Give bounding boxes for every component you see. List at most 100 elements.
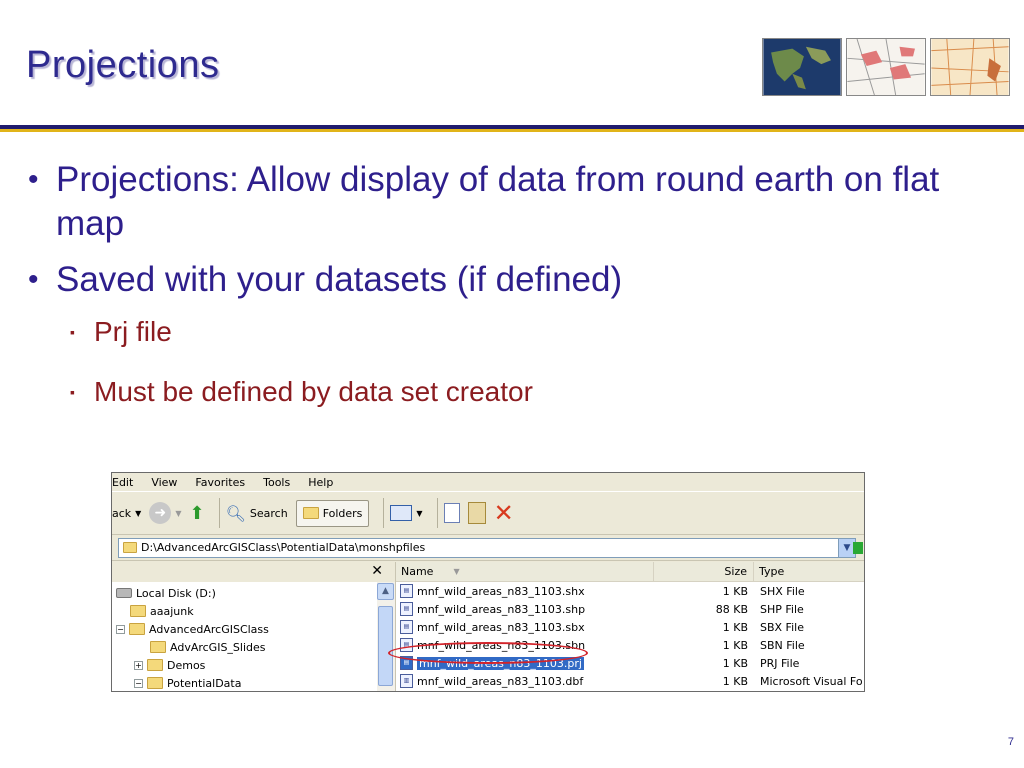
menu-bar: Edit View Favorites Tools Help	[112, 473, 864, 491]
tree-item-label: aaajunk	[150, 604, 194, 618]
chevron-down-icon: ▼	[416, 508, 423, 518]
file-icon: ▤	[400, 602, 413, 616]
back-label: ack	[112, 506, 132, 520]
bullet-text: Projections: Allow display of data from …	[56, 160, 940, 243]
paste-button[interactable]	[467, 502, 486, 524]
scroll-thumb[interactable]	[378, 606, 393, 686]
file-icon: ▤	[400, 584, 413, 598]
delete-icon: ✕	[493, 499, 514, 527]
folder-icon	[147, 677, 163, 689]
menu-tools[interactable]: Tools	[263, 476, 290, 489]
file-icon: ▥	[400, 674, 413, 688]
explorer-panes: ✕ Local Disk (D:) aaajunk − AdvancedArcG…	[112, 562, 864, 691]
forward-button[interactable]: ➜ ▼	[149, 502, 181, 524]
tree-item-demos[interactable]: + Demos	[134, 656, 205, 674]
file-size: 1 KB	[722, 638, 748, 652]
search-label: Search	[249, 506, 288, 520]
scroll-up-icon[interactable]: ▲	[377, 583, 394, 600]
column-type-label: Type	[759, 565, 785, 578]
sub-bullet-text: Prj file	[94, 316, 172, 347]
road-map-thumbnail	[846, 38, 926, 96]
toolbar: ack ▼ ➜ ▼ ⬆ 🔍︎ Search Folders ▼ ✕	[112, 491, 864, 535]
file-type: SBN File	[760, 638, 805, 652]
tree-item-label: PotentialData	[167, 676, 242, 690]
search-icon: 🔍︎	[225, 503, 246, 523]
address-text: D:\AdvancedArcGISClass\PotentialData\mon…	[141, 541, 426, 554]
tree-scrollbar[interactable]: ▲	[377, 582, 395, 691]
file-size: 1 KB	[722, 656, 748, 670]
file-size: 88 KB	[715, 602, 748, 616]
tree-item-aaajunk[interactable]: aaajunk	[130, 602, 194, 620]
folders-label: Folders	[322, 506, 363, 520]
drive-icon	[116, 588, 132, 598]
file-type: SHP File	[760, 602, 804, 616]
close-icon[interactable]: ✕	[371, 563, 383, 579]
address-field[interactable]: D:\AdvancedArcGISClass\PotentialData\mon…	[118, 537, 863, 558]
bullet-list: • Projections: Allow display of data fro…	[28, 158, 988, 410]
back-button[interactable]: ack ▼	[112, 507, 141, 520]
file-type: PRJ File	[760, 656, 800, 670]
file-name: mnf_wild_areas_n83_1103.sbx	[417, 620, 585, 634]
tree-item-label: AdvancedArcGISClass	[149, 622, 269, 636]
go-icon[interactable]	[853, 541, 863, 554]
folder-icon	[129, 623, 145, 635]
file-row[interactable]: ▥ mnf_wild_areas_n83_1103.dbf 1 KB Micros…	[396, 672, 864, 690]
tree-item-advarcgis-slides[interactable]: AdvArcGIS_Slides	[150, 638, 266, 656]
file-size: 1 KB	[722, 674, 748, 688]
column-name-label: Name	[401, 565, 434, 578]
square-bullet-icon: ▪	[70, 324, 75, 340]
tree-item-advancedarcgisclass[interactable]: − AdvancedArcGISClass	[116, 620, 269, 638]
views-button[interactable]: ▼	[390, 505, 423, 521]
menu-favorites[interactable]: Favorites	[195, 476, 245, 489]
search-button[interactable]: 🔍︎ Search	[226, 504, 288, 523]
collapse-icon[interactable]: −	[134, 678, 143, 688]
folders-button[interactable]: Folders	[295, 499, 370, 527]
folder-icon	[150, 641, 166, 653]
topo-map-thumbnail	[930, 38, 1010, 96]
file-row[interactable]: ▤ mnf_wild_areas_n83_1103.shx 1 KB SHX Fi…	[396, 582, 864, 600]
menu-edit[interactable]: Edit	[112, 476, 133, 489]
column-size-label: Size	[724, 565, 747, 578]
file-row[interactable]: ▤ mnf_wild_areas_n83_1103.sbx 1 KB SBX Fi…	[396, 618, 864, 636]
sort-arrow-icon: ▼	[453, 567, 460, 576]
file-size: 1 KB	[722, 584, 748, 598]
file-type: SBX File	[760, 620, 804, 634]
folder-icon	[302, 507, 319, 519]
folder-tree-header: ✕	[112, 562, 395, 582]
folder-icon	[123, 542, 137, 553]
sub-bullet-text: Must be defined by data set creator	[94, 376, 533, 407]
slide-title: Projections	[26, 44, 220, 86]
satellite-map-thumbnail	[762, 38, 842, 96]
column-header-name[interactable]: Name ▼	[396, 562, 654, 581]
delete-button[interactable]: ✕	[494, 499, 514, 527]
file-size: 1 KB	[722, 620, 748, 634]
toolbar-separator	[218, 498, 220, 528]
copy-to-button[interactable]	[443, 503, 460, 523]
folder-tree: ✕ Local Disk (D:) aaajunk − AdvancedArcG…	[112, 562, 396, 691]
bullet-dot-icon: •	[28, 263, 39, 296]
menu-view[interactable]: View	[151, 476, 177, 489]
tree-item-local-disk[interactable]: Local Disk (D:)	[116, 584, 216, 602]
file-row[interactable]: ▤ mnf_wild_areas_n83_1103.shp 88 KB SHP F…	[396, 600, 864, 618]
bullet-item: • Saved with your datasets (if defined)	[28, 258, 988, 302]
column-header-type[interactable]: Type	[754, 562, 864, 581]
square-bullet-icon: ▪	[70, 384, 75, 400]
paste-icon	[467, 502, 486, 524]
folder-icon	[130, 605, 146, 617]
chevron-down-icon: ▼	[175, 508, 182, 518]
file-type: SHX File	[760, 584, 805, 598]
bullet-dot-icon: •	[28, 163, 39, 196]
collapse-icon[interactable]: −	[116, 624, 125, 634]
file-name: mnf_wild_areas_n83_1103.shp	[417, 602, 586, 616]
up-folder-button[interactable]: ⬆	[189, 503, 204, 524]
toolbar-separator	[436, 498, 438, 528]
expand-icon[interactable]: +	[134, 660, 143, 670]
toolbar-separator	[383, 498, 385, 528]
file-icon: ▤	[400, 620, 413, 634]
tree-item-potentialdata[interactable]: − PotentialData	[134, 674, 242, 691]
up-folder-icon: ⬆	[189, 502, 205, 524]
column-header-size[interactable]: Size	[654, 562, 754, 581]
folder-icon	[147, 659, 163, 671]
menu-help[interactable]: Help	[308, 476, 333, 489]
copy-icon	[443, 503, 460, 523]
